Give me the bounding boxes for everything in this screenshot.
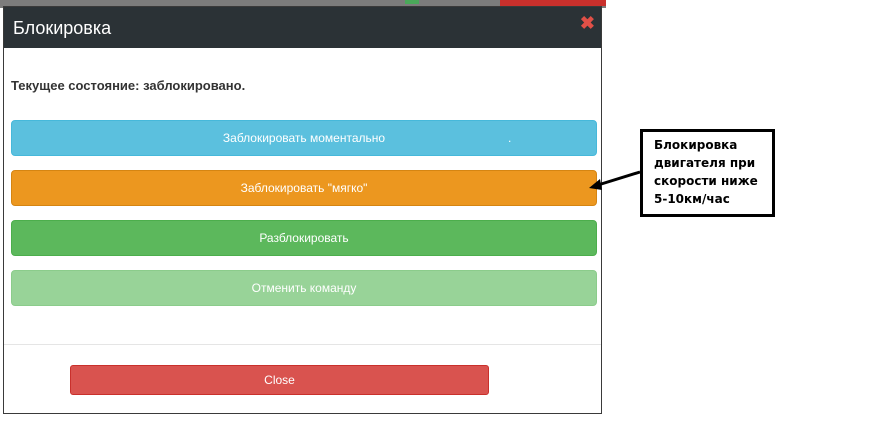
- annotation-callout: Блокировка двигателя при скорости ниже 5…: [640, 129, 775, 217]
- callout-line: 5-10км/час: [654, 192, 730, 206]
- callout-line: Блокировка: [654, 138, 738, 152]
- callout-line: двигателя при: [654, 156, 756, 170]
- callout-text: Блокировка двигателя при скорости ниже 5…: [654, 136, 772, 208]
- callout-line: скорости ниже: [654, 174, 758, 188]
